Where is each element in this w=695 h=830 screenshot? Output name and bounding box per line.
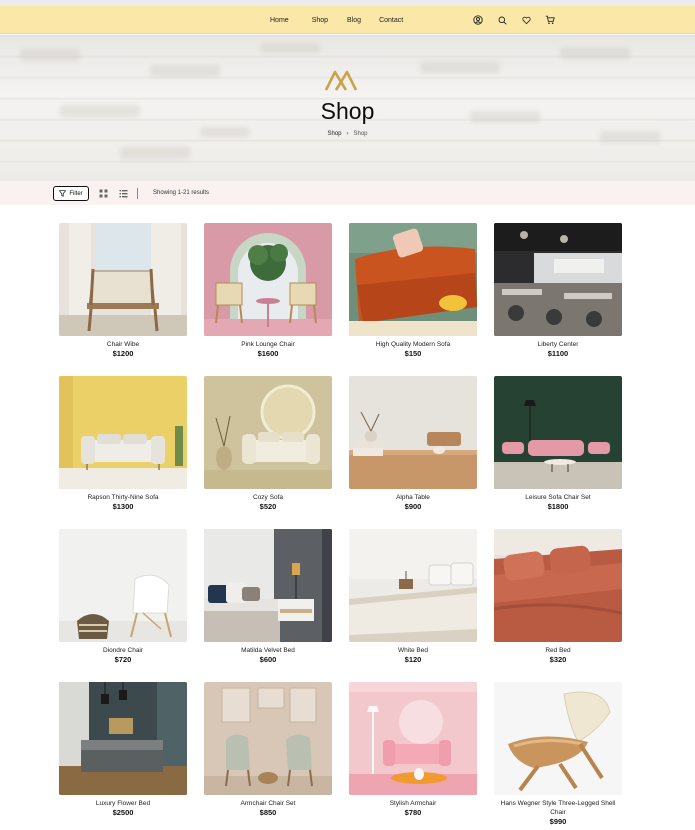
product-card[interactable]: White Bed $120 — [349, 529, 477, 665]
breadcrumb-current: Shop — [353, 131, 368, 137]
shop-toolbar: Filter Showing 1-21 results — [0, 181, 695, 205]
product-image[interactable] — [349, 376, 477, 489]
product-name[interactable]: Red Bed — [494, 646, 622, 655]
product-price: $900 — [404, 502, 422, 511]
product-card[interactable]: Armchair Chair Set $850 — [204, 682, 332, 818]
product-price: $150 — [404, 349, 422, 358]
product-image[interactable] — [494, 529, 622, 642]
product-image[interactable] — [349, 529, 477, 642]
product-name[interactable]: High Quality Modern Sofa — [349, 340, 477, 349]
toolbar-divider — [137, 188, 138, 199]
product-price: $120 — [404, 655, 422, 664]
product-card[interactable]: Pink Lounge Chair $1600 — [204, 223, 332, 359]
product-image[interactable] — [204, 223, 332, 336]
product-card[interactable]: Cozy Sofa $520 — [204, 376, 332, 512]
product-price: $1300 — [112, 502, 134, 511]
product-name[interactable]: Liberty Center — [494, 340, 622, 349]
product-name[interactable]: Cozy Sofa — [204, 493, 332, 502]
product-image[interactable] — [349, 223, 477, 336]
product-price: $520 — [259, 502, 277, 511]
product-image[interactable] — [59, 682, 187, 795]
product-price: $600 — [259, 655, 277, 664]
product-name[interactable]: Luxury Flower Bed — [59, 799, 187, 808]
product-name[interactable]: Alpha Table — [349, 493, 477, 502]
product-image[interactable] — [349, 682, 477, 795]
product-card[interactable]: Alpha Table $900 — [349, 376, 477, 512]
hero-background-texture — [150, 65, 220, 77]
product-price: $1800 — [547, 502, 569, 511]
product-name[interactable]: White Bed — [349, 646, 477, 655]
breadcrumb: Shop › Shop — [0, 131, 695, 137]
product-image[interactable] — [494, 223, 622, 336]
product-name[interactable]: Diondre Chair — [59, 646, 187, 655]
product-card[interactable]: Leisure Sofa Chair Set $1800 — [494, 376, 622, 512]
product-price: $850 — [259, 808, 277, 817]
nav-icon-group — [472, 14, 556, 26]
product-name[interactable]: Armchair Chair Set — [204, 799, 332, 808]
product-image[interactable] — [494, 682, 622, 795]
product-name[interactable]: Pink Lounge Chair — [204, 340, 332, 349]
grid-view-icon[interactable] — [99, 189, 108, 198]
product-card[interactable]: Diondre Chair $720 — [59, 529, 187, 665]
brand-logo-icon — [325, 70, 357, 91]
product-card[interactable]: High Quality Modern Sofa $150 — [349, 223, 477, 359]
product-price: $320 — [549, 655, 567, 664]
product-name[interactable]: Leisure Sofa Chair Set — [494, 493, 622, 502]
results-count: Showing 1-21 results — [153, 190, 210, 196]
product-name[interactable]: Stylish Armchair — [349, 799, 477, 808]
product-card[interactable]: Red Bed $320 — [494, 529, 622, 665]
cart-icon[interactable] — [544, 14, 556, 26]
filter-icon — [59, 190, 67, 197]
top-navbar: Home Shop Blog Contact — [0, 6, 695, 34]
hero-background-texture — [20, 49, 80, 61]
product-price: $990 — [549, 817, 567, 826]
hero-background-texture — [420, 61, 500, 73]
product-image[interactable] — [59, 223, 187, 336]
hero-background-texture — [560, 47, 630, 59]
product-card[interactable]: Liberty Center $1100 — [494, 223, 622, 359]
list-view-icon[interactable] — [119, 189, 128, 198]
page-hero: Shop Shop › Shop — [0, 35, 695, 181]
product-price: $2500 — [112, 808, 134, 817]
hero-background-texture — [260, 43, 320, 53]
main-nav: Home Shop Blog Contact — [270, 6, 403, 34]
product-card[interactable]: Rapson Thirty-Nine Sofa $1300 — [59, 376, 187, 512]
product-name[interactable]: Chair Wibe — [59, 340, 187, 349]
page-title: Shop — [320, 98, 375, 124]
user-icon[interactable] — [472, 14, 484, 26]
product-price: $1600 — [257, 349, 279, 358]
breadcrumb-link-shop[interactable]: Shop — [327, 131, 341, 137]
search-icon[interactable] — [496, 14, 508, 26]
product-card[interactable]: Stylish Armchair $780 — [349, 682, 477, 818]
filter-button[interactable]: Filter — [53, 186, 89, 201]
product-card[interactable]: Luxury Flower Bed $2500 — [59, 682, 187, 818]
product-image[interactable] — [494, 376, 622, 489]
product-price: $780 — [404, 808, 422, 817]
heart-icon[interactable] — [520, 14, 532, 26]
breadcrumb-separator: › — [346, 131, 349, 137]
nav-link-blog[interactable]: Blog — [347, 17, 361, 24]
product-image[interactable] — [204, 376, 332, 489]
product-image[interactable] — [204, 529, 332, 642]
product-card[interactable]: Matilda Velvet Bed $600 — [204, 529, 332, 665]
filter-button-label: Filter — [69, 190, 83, 197]
product-name[interactable]: Matilda Velvet Bed — [204, 646, 332, 655]
nav-link-home[interactable]: Home — [270, 17, 289, 24]
hero-background-texture — [120, 147, 190, 159]
product-name[interactable]: Hans Wegner Style Three-Legged Shell Cha… — [494, 799, 622, 817]
product-card[interactable]: Chair Wibe $1200 — [59, 223, 187, 359]
product-image[interactable] — [59, 529, 187, 642]
nav-link-shop[interactable]: Shop — [312, 17, 328, 24]
product-card[interactable]: Hans Wegner Style Three-Legged Shell Cha… — [494, 682, 622, 827]
product-image[interactable] — [59, 376, 187, 489]
nav-link-contact[interactable]: Contact — [379, 17, 403, 24]
product-name[interactable]: Rapson Thirty-Nine Sofa — [59, 493, 187, 502]
product-price: $1100 — [547, 349, 569, 358]
product-price: $1200 — [112, 349, 134, 358]
product-price: $720 — [114, 655, 132, 664]
product-image[interactable] — [204, 682, 332, 795]
